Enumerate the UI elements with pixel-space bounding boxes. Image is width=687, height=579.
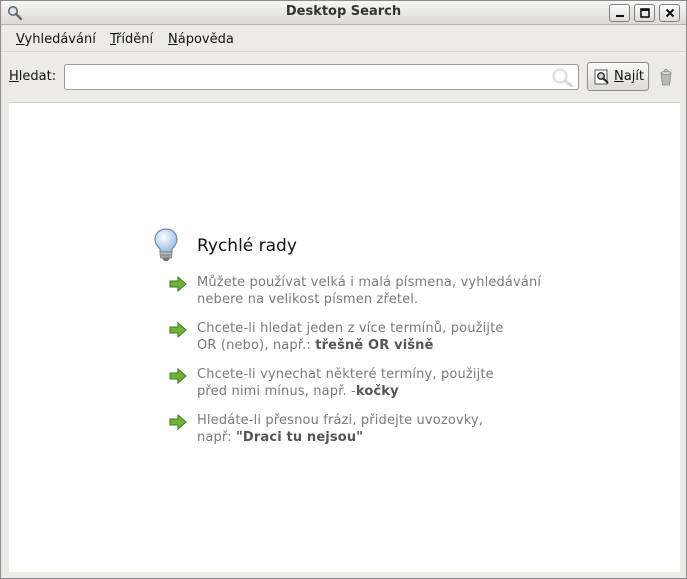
maximize-icon <box>639 8 650 18</box>
tip-text: OR (nebo), např.: třešně OR višně <box>197 338 434 353</box>
lightbulb-icon <box>154 228 178 261</box>
menu-bar: Vyhledávání Třídění Nápověda <box>1 26 686 52</box>
tip-item: Chcete-li hledat jeden z více termínů, p… <box>169 321 589 361</box>
magnifier-icon <box>552 68 574 87</box>
close-button[interactable] <box>659 4 680 22</box>
tip-text: nebere na velikost písmen zřetel. <box>197 292 419 307</box>
maximize-button[interactable] <box>634 4 655 22</box>
desktop-search-window: Desktop Search Vyhledávání Třídění Nápov… <box>0 0 687 579</box>
quick-tips-header: Rychlé rady <box>152 227 297 263</box>
arrow-right-icon <box>169 322 187 338</box>
search-label: Hledat: <box>9 69 57 84</box>
menu-search[interactable]: Vyhledávání <box>16 32 96 47</box>
tip-text: před nimi mínus, např. -kočky <box>197 384 399 399</box>
results-area: Rychlé rady Můžete používat velká i malá… <box>9 102 680 572</box>
find-button[interactable]: Najít <box>587 62 649 91</box>
quick-tips-title: Rychlé rady <box>197 236 297 256</box>
window-title: Desktop Search <box>285 4 402 19</box>
close-icon <box>665 8 674 18</box>
tip-text: Hledáte-li přesnou frázi, přidejte uvozo… <box>197 413 484 428</box>
menu-help[interactable]: Nápověda <box>168 32 234 47</box>
tip-text: Chcete-li hledat jeden z více termínů, p… <box>197 321 504 336</box>
tip-text: Chcete-li vynechat některé termíny, použ… <box>197 367 494 382</box>
menu-sort[interactable]: Třídění <box>110 32 153 47</box>
find-icon <box>594 69 609 84</box>
tip-text: např: "Draci tu nejsou" <box>197 430 364 445</box>
arrow-right-icon <box>169 414 187 430</box>
arrow-right-icon <box>169 276 187 292</box>
search-input[interactable] <box>64 64 579 90</box>
tip-item: Hledáte-li přesnou frázi, přidejte uvozo… <box>169 413 589 453</box>
find-button-label: Najít <box>614 69 645 84</box>
minimize-button[interactable] <box>609 4 630 22</box>
tip-text: Můžete používat velká i malá písmena, vy… <box>197 275 542 290</box>
arrow-right-icon <box>169 368 187 384</box>
search-bar: Hledat: Najít <box>1 53 686 101</box>
tip-item: Chcete-li vynechat některé termíny, použ… <box>169 367 589 407</box>
title-bar[interactable]: Desktop Search <box>1 1 686 25</box>
tip-item: Můžete používat velká i malá písmena, vy… <box>169 275 589 315</box>
throbber-icon <box>660 69 672 86</box>
minimize-icon <box>615 15 624 17</box>
